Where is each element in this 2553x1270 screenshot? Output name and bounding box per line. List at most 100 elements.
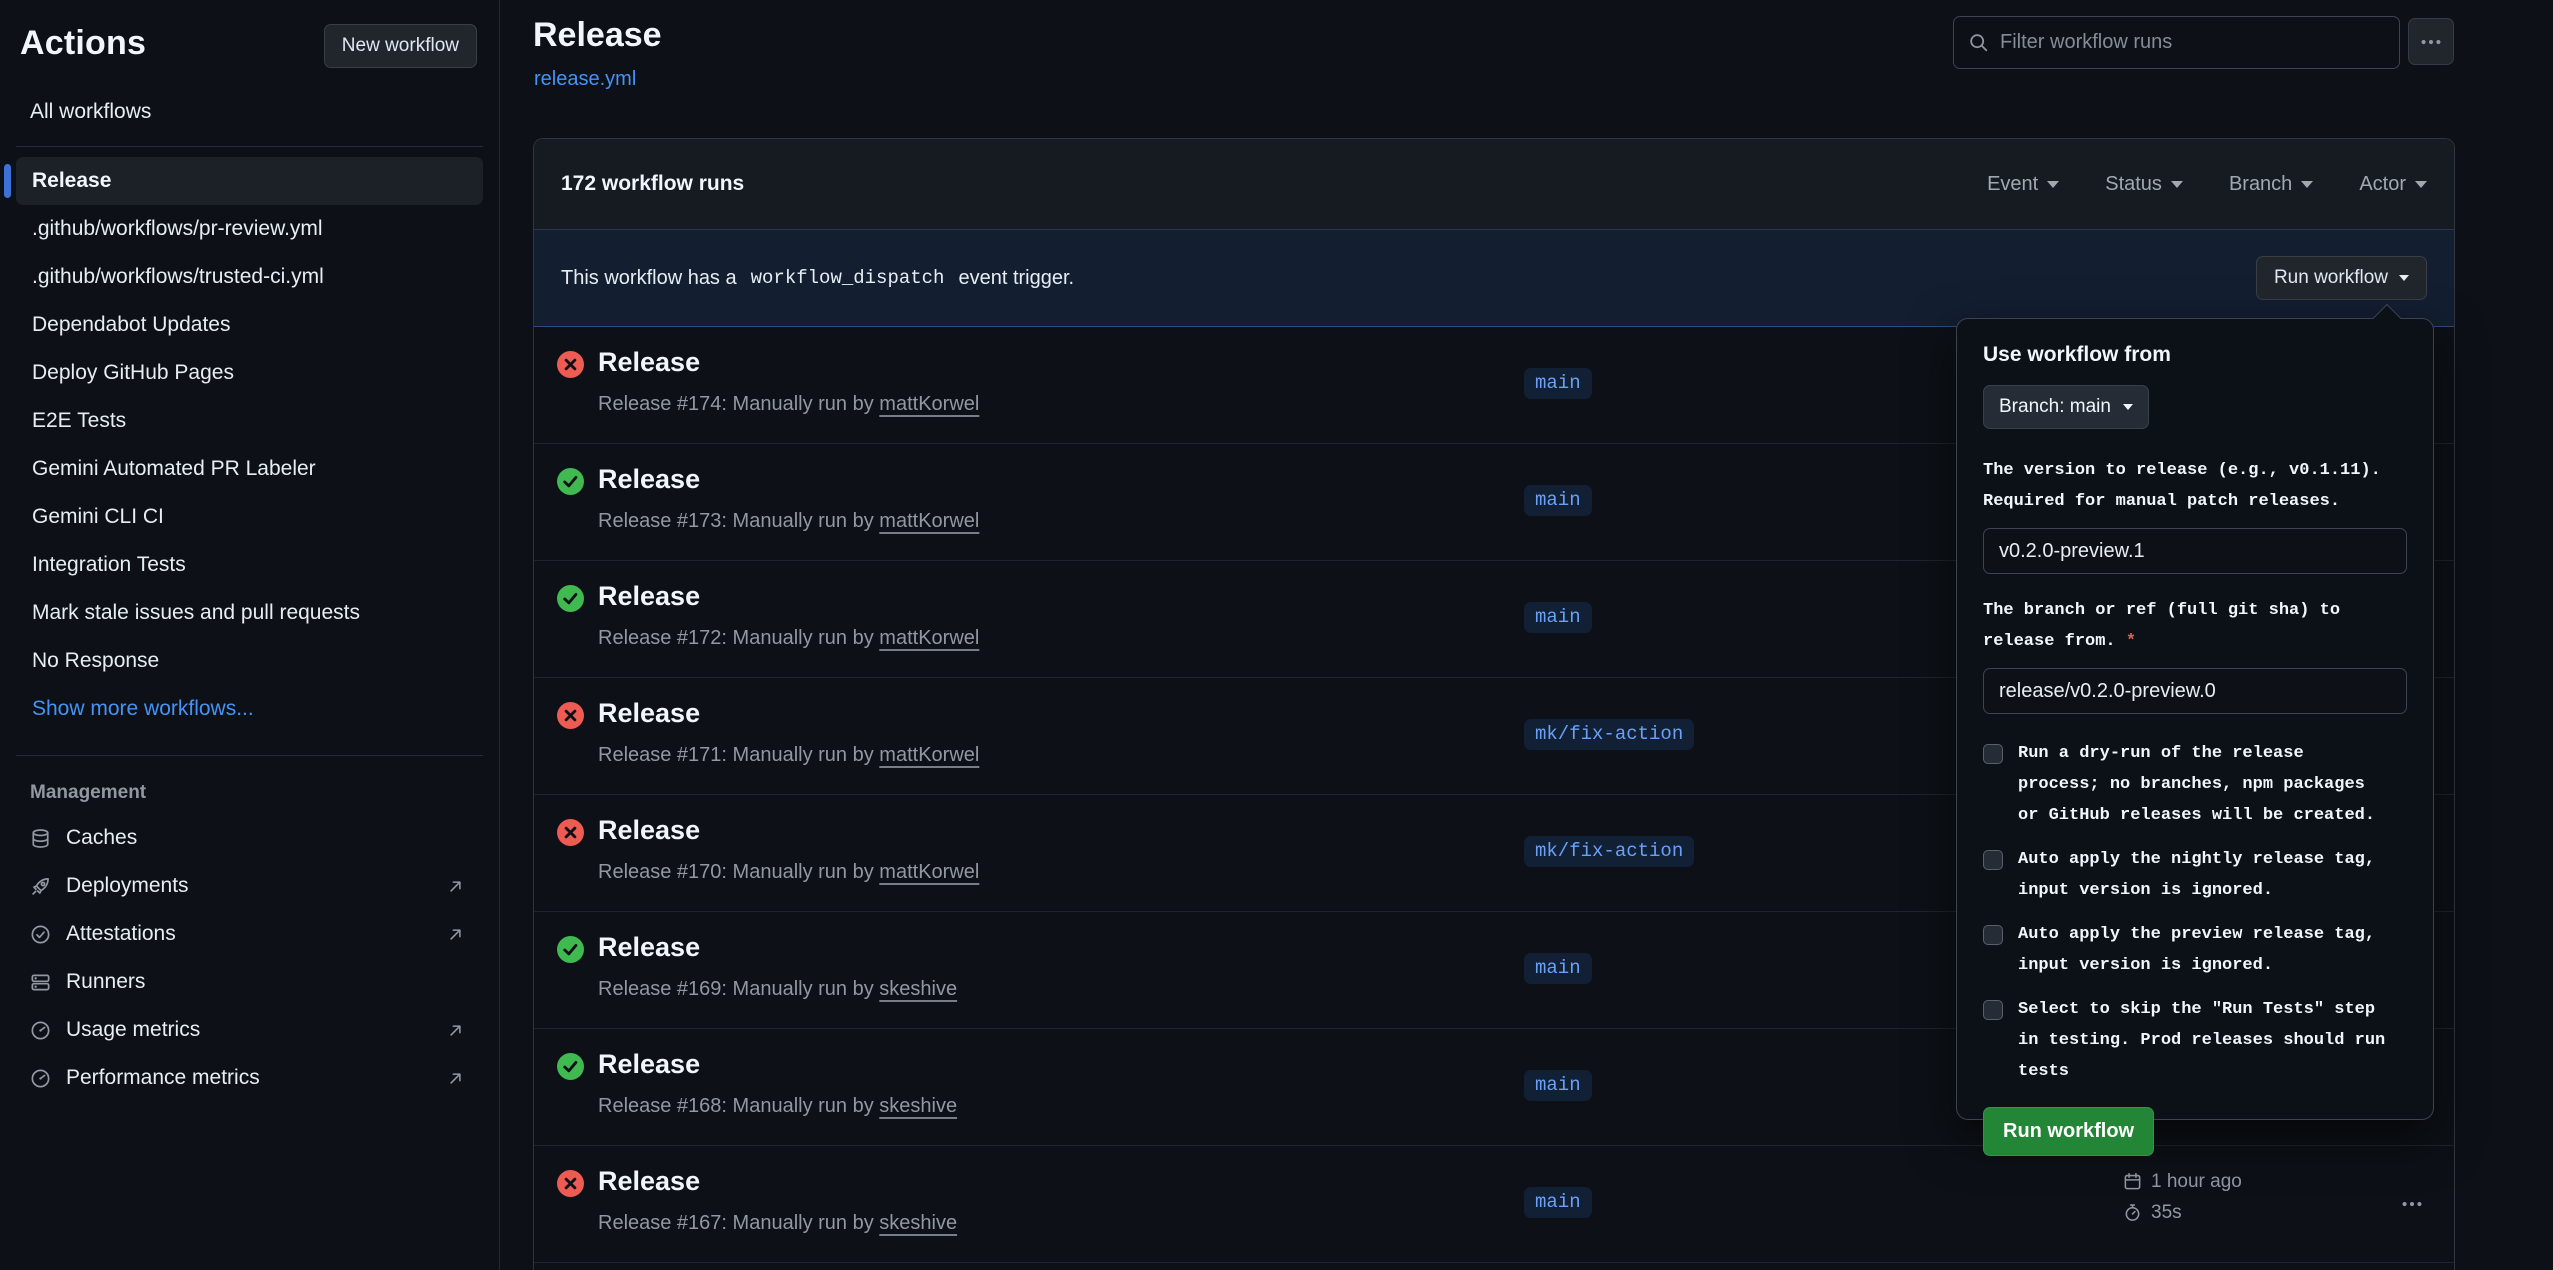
sidebar-item-e2e-tests[interactable]: E2E Tests: [16, 397, 483, 445]
branch-badge[interactable]: mk/fix-action: [1524, 719, 1694, 750]
run-actor-link[interactable]: skeshive: [879, 978, 957, 1000]
checkbox-label: Auto apply the preview release tag, inpu…: [2018, 919, 2390, 981]
chevron-down-icon: [2301, 181, 2313, 188]
sidebar-item-release[interactable]: Release: [16, 157, 483, 205]
management-item-label: Performance metrics: [66, 1066, 260, 1090]
sidebar-item-mark-stale-issues-and-pull-requests[interactable]: Mark stale issues and pull requests: [16, 589, 483, 637]
run-title[interactable]: Release: [598, 698, 700, 729]
sidebar-item-deployments[interactable]: Deployments: [0, 862, 499, 910]
runs-count: 172 workflow runs: [561, 172, 744, 196]
sidebar-item-integration-tests[interactable]: Integration Tests: [16, 541, 483, 589]
sidebar-item-runners[interactable]: Runners: [0, 958, 499, 1006]
branch-badge[interactable]: main: [1524, 602, 1592, 633]
run-title[interactable]: Release: [598, 1049, 700, 1080]
run-description: Release #174: Manually run by mattKorwel: [598, 393, 979, 416]
kebab-icon: [2401, 1193, 2423, 1215]
management-item-label: Runners: [66, 970, 145, 994]
sidebar-item-github-workflows-pr-review-yml[interactable]: .github/workflows/pr-review.yml: [16, 205, 483, 253]
filter-branch-dropdown[interactable]: Branch: [2229, 173, 2313, 196]
branch-badge[interactable]: main: [1524, 1070, 1592, 1101]
sidebar-item-no-response[interactable]: No Response: [16, 637, 483, 685]
branch-selector-button[interactable]: Branch: main: [1983, 385, 2149, 429]
run-actor-link[interactable]: mattKorwel: [879, 510, 979, 532]
run-menu-kebab-button[interactable]: [2390, 1184, 2434, 1224]
management-list: Caches Deployments Attestations Runners Usag…: [0, 814, 499, 1102]
run-actor-link[interactable]: mattKorwel: [879, 393, 979, 415]
workflow-options-kebab-button[interactable]: [2408, 18, 2454, 65]
run-actor-link[interactable]: mattKorwel: [879, 627, 979, 649]
checkbox-label: Select to skip the "Run Tests" step in t…: [2018, 994, 2390, 1087]
banner-text-suffix: event trigger.: [958, 267, 1074, 290]
branch-selector-label: Branch: main: [1999, 396, 2111, 418]
popover-checkbox-row: Run a dry-run of the release process; no…: [1983, 738, 2407, 831]
sidebar-item-gemini-automated-pr-labeler[interactable]: Gemini Automated PR Labeler: [16, 445, 483, 493]
search-icon: [1968, 32, 1989, 53]
popover-checkbox-row: Auto apply the nightly release tag, inpu…: [1983, 844, 2407, 906]
filter-actor-dropdown[interactable]: Actor: [2359, 173, 2427, 196]
management-item-label: Caches: [66, 826, 137, 850]
filter-status-dropdown[interactable]: Status: [2105, 173, 2183, 196]
filter-workflow-runs-box: [1953, 16, 2400, 69]
run-description-text: Release #168: Manually run by: [598, 1095, 874, 1117]
filter-event-dropdown[interactable]: Event: [1987, 173, 2059, 196]
run-title[interactable]: Release: [598, 932, 700, 963]
sidebar-item-deploy-github-pages[interactable]: Deploy GitHub Pages: [16, 349, 483, 397]
sidebar-item-usage-metrics[interactable]: Usage metrics: [0, 1006, 499, 1054]
checkbox[interactable]: [1983, 1000, 2003, 1020]
popover-field-input[interactable]: [1983, 528, 2407, 574]
run-workflow-dropdown-button[interactable]: Run workflow: [2256, 256, 2427, 300]
checkbox[interactable]: [1983, 925, 2003, 945]
branch-badge[interactable]: main: [1524, 1187, 1592, 1218]
branch-badge[interactable]: mk/fix-action: [1524, 836, 1694, 867]
run-title[interactable]: Release: [598, 464, 700, 495]
run-description: Release #173: Manually run by mattKorwel: [598, 510, 979, 533]
run-title[interactable]: Release: [598, 815, 700, 846]
run-title[interactable]: Release: [598, 1166, 700, 1197]
run-actor-link[interactable]: skeshive: [879, 1095, 957, 1117]
banner-text-prefix: This workflow has a: [561, 267, 737, 290]
sidebar-item-caches[interactable]: Caches: [0, 814, 499, 862]
run-title[interactable]: Release: [598, 347, 700, 378]
run-title[interactable]: Release: [598, 581, 700, 612]
filter-workflow-runs-input[interactable]: [2000, 31, 2385, 54]
run-actor-link[interactable]: mattKorwel: [879, 744, 979, 766]
meter-icon: [30, 1020, 51, 1041]
checkbox[interactable]: [1983, 744, 2003, 764]
sidebar-item-gemini-cli-ci[interactable]: Gemini CLI CI: [16, 493, 483, 541]
failure-icon: [557, 1170, 584, 1197]
success-icon: [557, 1053, 584, 1080]
main-content: Release release.yml 172 workflow runs Ev…: [500, 0, 2553, 1270]
workflow-file-link[interactable]: release.yml: [534, 68, 636, 91]
branch-badge[interactable]: main: [1524, 953, 1592, 984]
management-item-label: Usage metrics: [66, 1018, 200, 1042]
checkbox-label: Run a dry-run of the release process; no…: [2018, 738, 2390, 831]
sidebar-item-dependabot-updates[interactable]: Dependabot Updates: [16, 301, 483, 349]
sidebar-show-more-workflows[interactable]: Show more workflows...: [16, 685, 483, 733]
branch-badge[interactable]: main: [1524, 485, 1592, 516]
popover-field-input[interactable]: [1983, 668, 2407, 714]
run-description: Release #172: Manually run by mattKorwel: [598, 627, 979, 650]
run-workflow-submit-button[interactable]: Run workflow: [1983, 1107, 2154, 1156]
workflow-run-row[interactable]: ReleaseRelease #167: Manually run by ske…: [534, 1146, 2454, 1263]
new-workflow-button[interactable]: New workflow: [324, 24, 477, 68]
run-description-text: Release #171: Manually run by: [598, 744, 874, 766]
branch-badge[interactable]: main: [1524, 368, 1592, 399]
field-label-text: The version to release (e.g., v0.1.11). …: [1983, 461, 2381, 511]
sidebar-item-all-workflows[interactable]: All workflows: [30, 100, 499, 124]
run-actor-link[interactable]: skeshive: [879, 1212, 957, 1234]
checkbox-label: Auto apply the nightly release tag, inpu…: [2018, 844, 2390, 906]
management-item-label: Deployments: [66, 874, 189, 898]
filter-label: Actor: [2359, 173, 2406, 196]
run-actor-link[interactable]: mattKorwel: [879, 861, 979, 883]
meter-icon: [30, 1068, 51, 1089]
popover-checkboxes: Run a dry-run of the release process; no…: [1983, 738, 2407, 1087]
workflow-list: Release.github/workflows/pr-review.yml.g…: [0, 147, 499, 733]
sidebar-item-github-workflows-trusted-ci-yml[interactable]: .github/workflows/trusted-ci.yml: [16, 253, 483, 301]
checkbox[interactable]: [1983, 850, 2003, 870]
sidebar-item-attestations[interactable]: Attestations: [0, 910, 499, 958]
management-heading: Management: [30, 782, 499, 804]
run-duration: 35s: [2151, 1202, 2182, 1224]
page-title: Release: [533, 16, 662, 55]
sidebar-item-performance-metrics[interactable]: Performance metrics: [0, 1054, 499, 1102]
runs-filters: Event Status Branch Actor: [1987, 173, 2427, 196]
